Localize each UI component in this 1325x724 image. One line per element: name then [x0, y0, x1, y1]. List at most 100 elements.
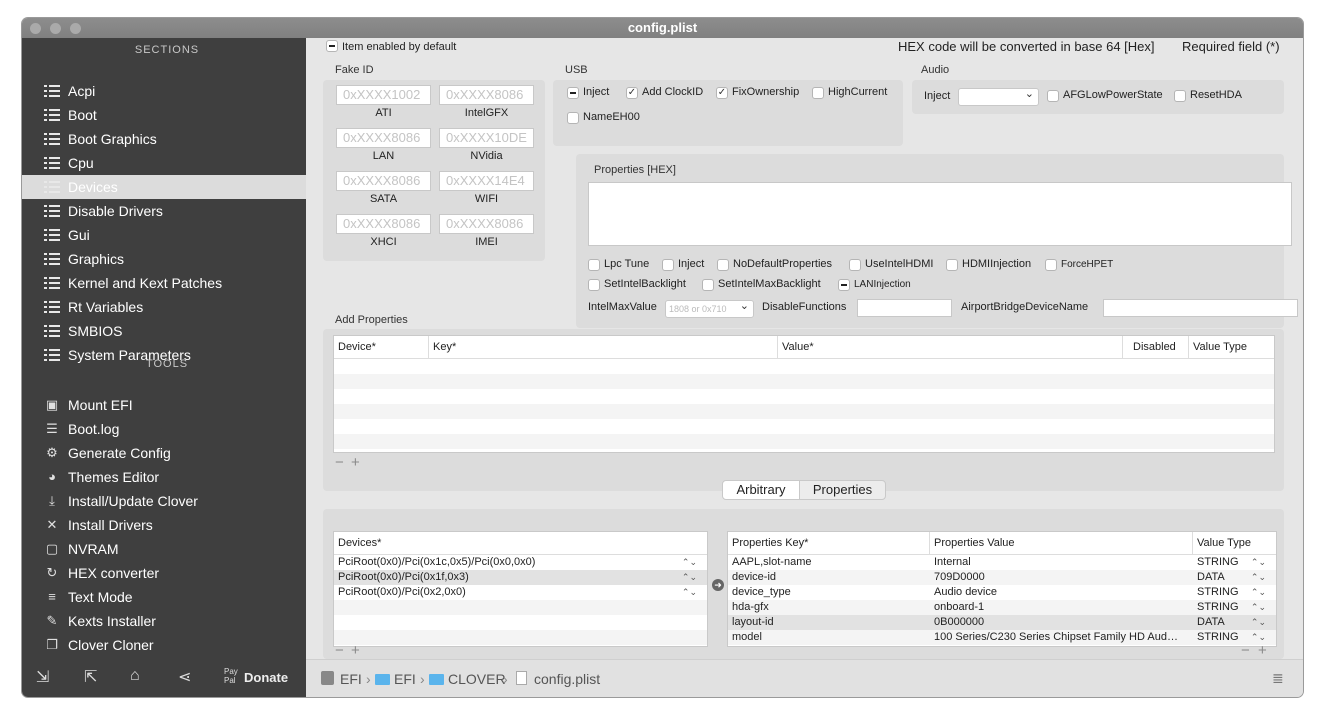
fakeid-nvidia-input[interactable]: 0xXXXX10DE [439, 128, 534, 148]
sidebar-item-cpu[interactable]: Cpu [22, 151, 306, 175]
sidebar-tool-clover-cloner[interactable]: ❐ Clover Cloner [22, 633, 306, 657]
fixownership-checkbox[interactable]: ✓ [716, 87, 728, 99]
table-row[interactable]: layout-id 0B000000 DATA ⌃⌄ [728, 615, 1276, 630]
airportbridgedevicename-input[interactable] [1103, 299, 1298, 317]
nameeh00-checkbox[interactable] [567, 112, 579, 124]
share-icon[interactable]: ⋖ [178, 667, 191, 687]
fakeid-ati-input[interactable]: 0xXXXX1002 [336, 85, 431, 105]
sidebar-item-graphics[interactable]: Graphics [22, 247, 306, 271]
table-row[interactable]: device_type Audio device STRING ⌃⌄ [728, 585, 1276, 600]
add-prop-col-valuetype[interactable]: Value Type [1189, 336, 1276, 358]
add-prop-col-value[interactable]: Value* [778, 336, 1123, 358]
sidebar-tool-install-drivers[interactable]: ✕ Install Drivers [22, 513, 306, 537]
menu-lines-icon[interactable]: ≣ [1272, 670, 1284, 687]
table-row[interactable]: AAPL,slot-name Internal STRING ⌃⌄ [728, 555, 1276, 570]
tab-arbitrary[interactable]: Arbitrary [722, 480, 800, 500]
fakeid-imei-input[interactable]: 0xXXXX8086 [439, 214, 534, 234]
highcurrent-checkbox[interactable] [812, 87, 824, 99]
props-col-key[interactable]: Properties Key* [728, 532, 930, 554]
add-prop-remove-button[interactable]: − [335, 454, 344, 471]
tab-properties[interactable]: Properties [799, 480, 886, 500]
nodefaultproperties-checkbox[interactable] [717, 259, 729, 271]
sidebar-tool-install-update-clover[interactable]: ⤓ Install/Update Clover [22, 489, 306, 513]
fakeid-lan-input[interactable]: 0xXXXX8086 [336, 128, 431, 148]
sidebar-item-acpi[interactable]: Acpi [22, 79, 306, 103]
usb-inject-checkbox[interactable] [567, 87, 579, 99]
add-prop-col-device[interactable]: Device* [334, 336, 429, 358]
stepper-icon[interactable]: ⌃⌄ [682, 570, 697, 585]
add-prop-col-disabled[interactable]: Disabled [1123, 336, 1189, 358]
breadcrumb-item[interactable]: EFI [394, 671, 416, 687]
table-row[interactable] [334, 600, 707, 615]
sidebar-tool-boot-log[interactable]: ☰ Boot.log [22, 417, 306, 441]
item-enabled-checkbox[interactable] [326, 40, 338, 52]
breadcrumb-item[interactable]: CLOVER [448, 671, 506, 687]
add-properties-table[interactable]: Device* Key* Value* Disabled Value Type [333, 335, 1275, 453]
setintelbacklight-checkbox[interactable] [588, 279, 600, 291]
forcehpet-checkbox[interactable] [1045, 259, 1057, 271]
stepper-icon[interactable]: ⌃⌄ [1251, 615, 1266, 630]
table-row[interactable]: model 100 Series/C230 Series Chipset Fami… [728, 630, 1276, 645]
sidebar-tool-hex-converter[interactable]: ↻ HEX converter [22, 561, 306, 585]
table-row[interactable]: PciRoot(0x0)/Pci(0x2,0x0) ⌃⌄ [334, 585, 707, 600]
options-inject-checkbox[interactable] [662, 259, 674, 271]
sidebar-item-boot[interactable]: Boot [22, 103, 306, 127]
afglowpowerstate-checkbox[interactable] [1047, 90, 1059, 102]
sidebar-tool-generate-config[interactable]: ⚙ Generate Config [22, 441, 306, 465]
fakeid-wifi-input[interactable]: 0xXXXX14E4 [439, 171, 534, 191]
devices-remove-button[interactable]: − [335, 642, 344, 659]
close-window-icon[interactable] [30, 23, 41, 34]
home-icon[interactable]: ⌂ [130, 667, 140, 685]
sidebar-tool-themes-editor[interactable]: ◕ Themes Editor [22, 465, 306, 489]
minimize-window-icon[interactable] [50, 23, 61, 34]
devices-add-button[interactable]: + [351, 642, 360, 659]
audio-inject-select[interactable] [958, 86, 1039, 106]
stepper-icon[interactable]: ⌃⌄ [682, 555, 697, 570]
fakeid-sata-input[interactable]: 0xXXXX8086 [336, 171, 431, 191]
sidebar-item-kernel-and-kext-patches[interactable]: Kernel and Kext Patches [22, 271, 306, 295]
sidebar-item-devices[interactable]: Devices [22, 175, 306, 199]
breadcrumb-item[interactable]: config.plist [534, 671, 600, 687]
stepper-icon[interactable]: ⌃⌄ [1251, 555, 1266, 570]
export-icon[interactable]: ⇱ [84, 667, 97, 687]
disablefunctions-input[interactable] [857, 299, 952, 317]
arrow-right-icon[interactable]: ➜ [712, 579, 724, 591]
properties-hex-textarea[interactable] [588, 182, 1292, 246]
sidebar-tool-nvram[interactable]: ▢ NVRAM [22, 537, 306, 561]
properties-table[interactable]: Properties Key* Properties Value Value T… [727, 531, 1277, 647]
add-prop-add-button[interactable]: + [351, 454, 360, 471]
useintelhdmi-checkbox[interactable] [849, 259, 861, 271]
sidebar-item-boot-graphics[interactable]: Boot Graphics [22, 127, 306, 151]
props-add-button[interactable]: + [1258, 642, 1267, 659]
devices-col-header[interactable]: Devices* [334, 532, 709, 554]
sidebar-tool-mount-efi[interactable]: ▣ Mount EFI [22, 393, 306, 417]
resethda-checkbox[interactable] [1174, 90, 1186, 102]
table-row[interactable] [334, 630, 707, 645]
zoom-window-icon[interactable] [70, 23, 81, 34]
fakeid-intelgfx-input[interactable]: 0xXXXX8086 [439, 85, 534, 105]
props-col-value[interactable]: Properties Value [930, 532, 1193, 554]
breadcrumb-item[interactable]: EFI [340, 671, 362, 687]
table-row[interactable]: hda-gfx onboard-1 STRING ⌃⌄ [728, 600, 1276, 615]
import-icon[interactable]: ⇲ [36, 667, 49, 687]
table-row[interactable]: device-id 709D0000 DATA ⌃⌄ [728, 570, 1276, 585]
donate-button[interactable]: Donate [244, 670, 288, 685]
sidebar-tool-kexts-installer[interactable]: ✎ Kexts Installer [22, 609, 306, 633]
stepper-icon[interactable]: ⌃⌄ [1251, 600, 1266, 615]
laninjection-checkbox[interactable] [838, 279, 850, 291]
lpc-tune-checkbox[interactable] [588, 259, 600, 271]
props-remove-button[interactable]: − [1241, 642, 1250, 659]
sidebar-item-gui[interactable]: Gui [22, 223, 306, 247]
add-prop-col-key[interactable]: Key* [429, 336, 778, 358]
table-row[interactable] [334, 615, 707, 630]
stepper-icon[interactable]: ⌃⌄ [682, 585, 697, 600]
fakeid-xhci-input[interactable]: 0xXXXX8086 [336, 214, 431, 234]
stepper-icon[interactable]: ⌃⌄ [1251, 585, 1266, 600]
intelmaxvalue-select[interactable]: 1808 or 0x710 [665, 298, 754, 318]
sidebar-item-disable-drivers[interactable]: Disable Drivers [22, 199, 306, 223]
setintelmaxbacklight-checkbox[interactable] [702, 279, 714, 291]
sidebar-tool-text-mode[interactable]: ≡ Text Mode [22, 585, 306, 609]
sidebar-item-rt-variables[interactable]: Rt Variables [22, 295, 306, 319]
sidebar-item-smbios[interactable]: SMBIOS [22, 319, 306, 343]
props-col-type[interactable]: Value Type [1193, 532, 1278, 554]
